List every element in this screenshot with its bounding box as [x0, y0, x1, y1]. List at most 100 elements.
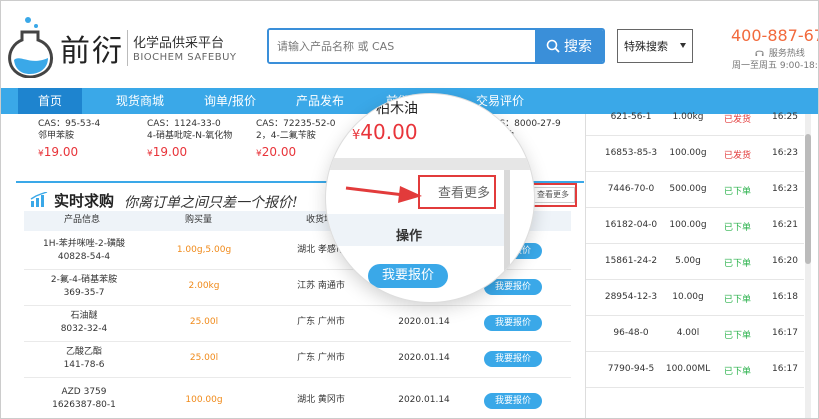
row-date: 2020.01.14: [398, 317, 450, 327]
quote-button[interactable]: 我要报价: [484, 393, 542, 409]
row-quantity: 25.00l: [189, 353, 219, 363]
product-card[interactable]: CAS：95-53-4 邻甲苯胺 ¥19.00: [38, 118, 100, 160]
row-product: 乙酸乙酯 141-78-6: [63, 347, 105, 370]
order-time: 16:23: [772, 184, 798, 194]
search-input[interactable]: [269, 30, 535, 62]
order-row: [586, 388, 804, 419]
logo-divider: [127, 30, 128, 66]
scrollbar[interactable]: [805, 114, 811, 419]
product-cas: CAS：72235-52-0: [256, 119, 336, 129]
order-status: 已发货: [724, 115, 752, 125]
order-feed-panel: 621-56-1 1.00kg 已发货 16:25 16853-85-3 100…: [585, 112, 819, 419]
order-cas: 7790-94-5: [607, 364, 655, 374]
order-time: 16:20: [772, 256, 798, 266]
order-status: 已下单: [724, 295, 752, 305]
realtime-title: 实时求购: [54, 192, 115, 210]
quote-button[interactable]: 我要报价: [484, 315, 542, 331]
order-row: 15861-24-2 5.00g 已下单 16:20: [586, 244, 804, 280]
row-product: AZD 3759 1626387-80-1: [52, 387, 116, 410]
headset-icon: [755, 50, 764, 56]
order-qty: 100.00g: [669, 220, 707, 230]
page: 前衍 化学品供采平台 BIOCHEM SAFEBUY 搜索 特殊搜索 400-8…: [0, 0, 819, 419]
special-search-select[interactable]: 特殊搜索: [617, 29, 693, 63]
order-cas: 16182-04-0: [604, 220, 658, 230]
search-bar: 搜索: [267, 28, 605, 64]
nav-item-stock-mall[interactable]: 现货商城: [100, 88, 180, 114]
order-cas: 96-48-0: [613, 328, 649, 338]
search-button-label: 搜索: [564, 39, 592, 55]
quote-button[interactable]: 我要报价: [484, 279, 542, 295]
order-qty: 100.00g: [669, 148, 707, 158]
row-destination: 江苏 南通市: [297, 281, 345, 291]
order-qty: 1.00kg: [672, 112, 704, 122]
order-qty: 5.00g: [675, 256, 701, 266]
row-destination: 广东 广州市: [297, 317, 345, 327]
row-quantity: 2.00kg: [188, 281, 220, 291]
order-status: 已下单: [724, 187, 752, 197]
product-cas: CAS：1124-33-0: [147, 119, 221, 129]
product-card[interactable]: CAS：72235-52-0 2，4-二氟苄胺 ¥20.00: [256, 118, 335, 160]
order-cas: 15861-24-2: [604, 256, 658, 266]
order-row: 16182-04-0 100.00g 已下单 16:21: [586, 208, 804, 244]
order-qty: 100.00ML: [665, 364, 711, 374]
table-row: AZD 3759 1626387-80-1 100.00g 湖北 黄冈市 2020…: [24, 378, 571, 414]
order-row: 28954-12-3 10.00g 已下单 16:18: [586, 280, 804, 316]
order-row: 96-48-0 4.00l 已下单 16:17: [586, 316, 804, 352]
logo-english-name: BIOCHEM SAFEBUY: [133, 52, 237, 63]
order-status: 已下单: [724, 367, 752, 377]
order-row: 621-56-1 1.00kg 已发货 16:25: [586, 100, 804, 136]
quote-button[interactable]: 我要报价: [484, 351, 542, 367]
product-price: ¥20.00: [256, 145, 297, 159]
product-name: 2，4-二氟苄胺: [256, 131, 316, 141]
order-time: 16:17: [772, 328, 798, 338]
order-row: 7790-94-5 100.00ML 已下单 16:17: [586, 352, 804, 388]
order-time: 16:21: [772, 220, 798, 230]
order-status: 已下单: [724, 223, 752, 233]
magnified-product-name: 柏木油: [376, 101, 418, 117]
logo-name: 前衍: [60, 34, 124, 69]
product-card[interactable]: CAS：1124-33-0 4-硝基吡啶-N-氧化物 ¥19.00: [147, 118, 232, 160]
search-button[interactable]: 搜索: [535, 30, 603, 62]
row-quantity: 1.00g,5.00g: [176, 245, 232, 255]
order-time: 16:23: [772, 148, 798, 158]
order-row: 16853-85-3 100.00g 已发货 16:23: [586, 136, 804, 172]
magnified-highlight-box: [418, 175, 496, 209]
scrollbar-thumb[interactable]: [805, 134, 811, 264]
order-status: 已下单: [724, 331, 752, 341]
order-cas: 16853-85-3: [604, 148, 658, 158]
row-destination: 湖北 黄冈市: [297, 395, 345, 405]
order-time: 16:17: [772, 364, 798, 374]
order-cas: 7446-70-0: [607, 184, 655, 194]
hotline-hours: 周一至周五 9:00-18:00: [732, 61, 819, 71]
row-product: 石油醚 8032-32-4: [60, 311, 108, 334]
order-time: 16:18: [772, 292, 798, 302]
order-status: 已发货: [724, 151, 752, 161]
row-quantity: 25.00l: [189, 317, 219, 327]
row-quantity: 100.00g: [185, 395, 223, 405]
chevron-down-icon: [680, 43, 686, 48]
nav-item-product-publish[interactable]: 产品发布: [280, 88, 360, 114]
nav-item-inquiry-quote[interactable]: 询单/报价: [190, 88, 270, 114]
logo-subtitle: 化学品供采平台: [133, 36, 225, 51]
magnified-col-action: 操作: [396, 229, 423, 244]
nav-item-home[interactable]: 首页: [18, 88, 82, 114]
search-icon: [546, 39, 560, 53]
col-product-info: 产品信息: [64, 215, 101, 225]
order-qty: 10.00g: [672, 292, 704, 302]
table-row: 乙酸乙酯 141-78-6 25.00l 广东 广州市 2020.01.14 我要…: [24, 342, 571, 378]
row-date: 2020.01.14: [398, 353, 450, 363]
magnified-price: ¥40.00: [352, 120, 418, 144]
order-qty: 500.00g: [669, 184, 707, 194]
flask-logo-icon: [8, 17, 53, 78]
product-name: 4-硝基吡啶-N-氧化物: [147, 131, 233, 141]
hotline-number: 400-887-6760: [731, 26, 819, 45]
product-price: ¥19.00: [38, 145, 79, 159]
product-cas: CAS：95-53-4: [38, 119, 101, 129]
order-qty: 4.00l: [676, 328, 700, 338]
special-search-label: 特殊搜索: [624, 40, 668, 53]
magnified-quote-button[interactable]: 我要报价: [368, 264, 448, 288]
row-destination: 广东 广州市: [297, 353, 345, 363]
order-status: 已下单: [724, 259, 752, 269]
order-time: 16:25: [772, 112, 798, 122]
order-cas: 28954-12-3: [604, 292, 658, 302]
